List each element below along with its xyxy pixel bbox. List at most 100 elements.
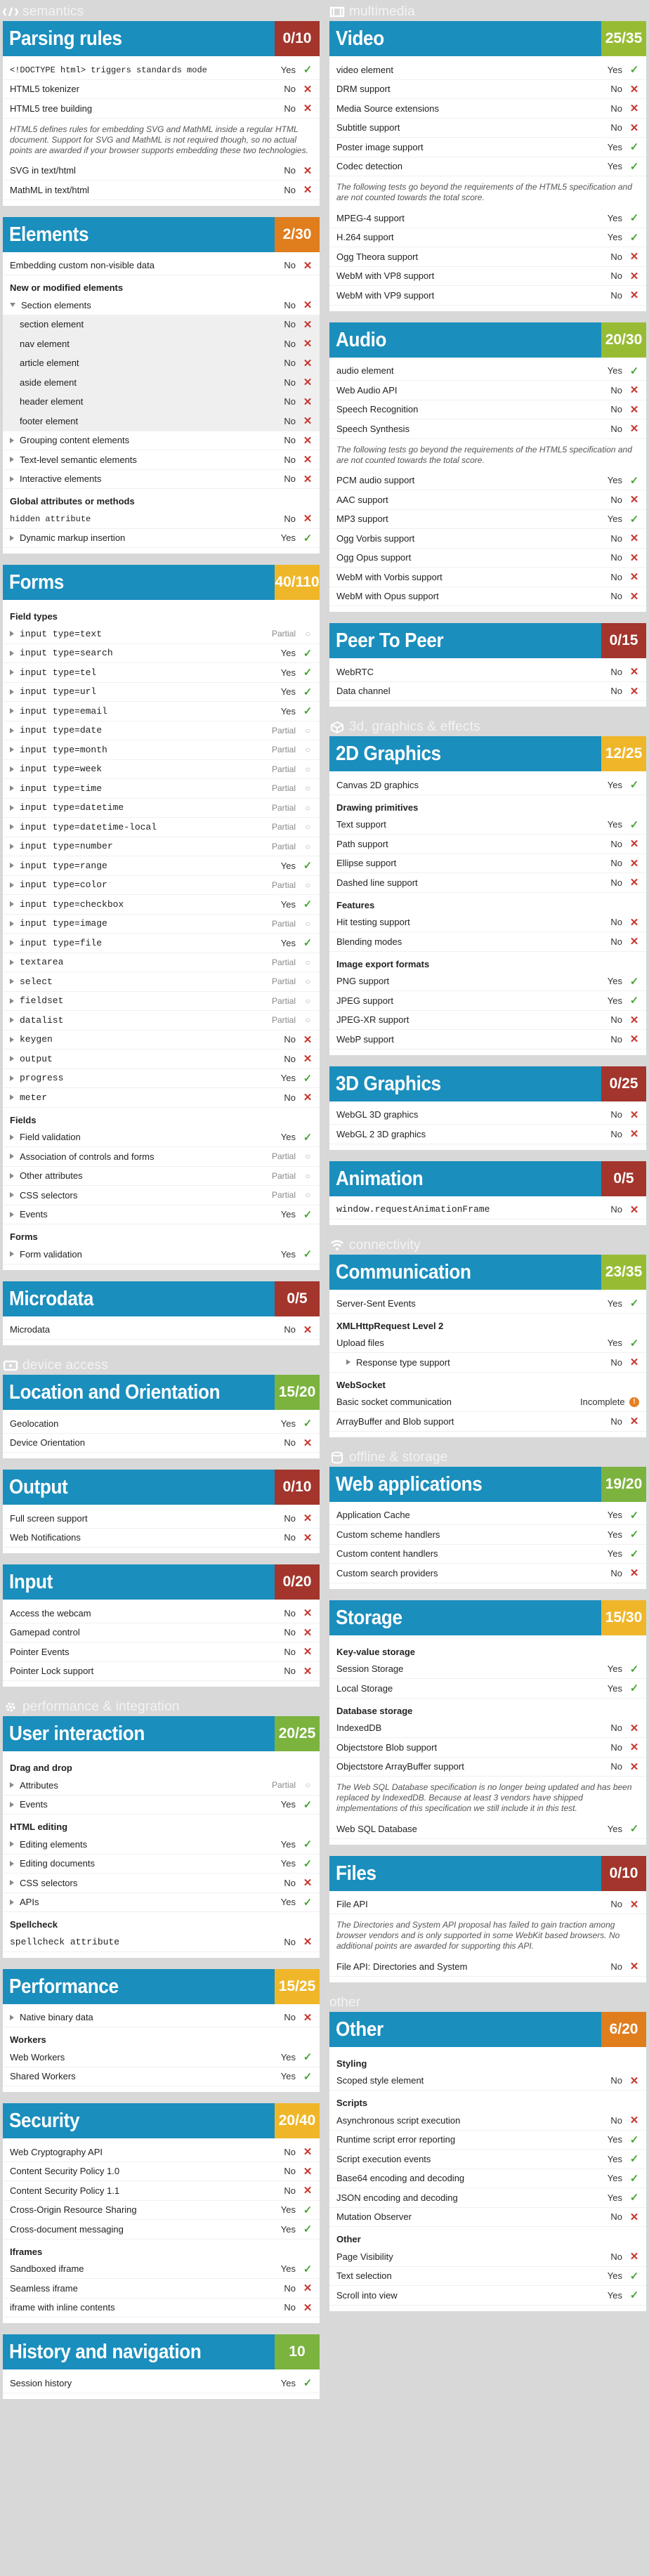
result-row[interactable]: AAC support No ✕ (329, 490, 646, 510)
result-row[interactable]: Ellipse support No ✕ (329, 854, 646, 873)
result-row[interactable]: Server-Sent Events Yes ✓ (329, 1294, 646, 1314)
result-row[interactable]: Media Source extensions No ✕ (329, 99, 646, 119)
expand-icon[interactable] (10, 1134, 14, 1140)
result-row[interactable]: WebM with VP9 support No ✕ (329, 286, 646, 306)
result-row[interactable]: Native binary data No ✕ (3, 2008, 320, 2027)
expand-icon[interactable] (10, 843, 14, 849)
result-row[interactable]: keygen No ✕ (3, 1031, 320, 1050)
result-row[interactable]: header element No ✕ (3, 392, 320, 412)
result-row[interactable]: Shared Workers Yes ✓ (3, 2067, 320, 2086)
card-header[interactable]: Animation 0/5 (329, 1160, 646, 1196)
result-row[interactable]: textarea Partial ○ (3, 953, 320, 972)
result-row-expandable[interactable]: Grouping content elements No ✕ (3, 431, 320, 450)
result-row[interactable]: section element No ✕ (3, 315, 320, 334)
result-row[interactable]: Other attributes Partial ○ (3, 1167, 320, 1186)
result-row-expandable[interactable]: Section elements No ✕ (3, 296, 320, 315)
expand-icon[interactable] (10, 863, 14, 869)
result-row[interactable]: Speech Synthesis No ✕ (329, 419, 646, 439)
expand-icon[interactable] (10, 727, 14, 733)
result-row[interactable]: WebM with Opus support No ✕ (329, 587, 646, 606)
expand-icon[interactable] (10, 1782, 14, 1789)
expand-icon[interactable] (10, 631, 14, 637)
result-row[interactable]: Session history Yes ✓ (3, 2374, 320, 2393)
expand-icon[interactable] (10, 959, 14, 965)
result-row[interactable]: WebGL 3D graphics No ✕ (329, 1106, 646, 1125)
result-row[interactable]: input type=number Partial ○ (3, 837, 320, 856)
result-row[interactable]: Events Yes ✓ (3, 1796, 320, 1815)
expand-icon[interactable] (10, 998, 14, 1004)
result-row[interactable]: Events Yes ✓ (3, 1205, 320, 1224)
result-row[interactable]: Geolocation Yes ✓ (3, 1414, 320, 1434)
card-header[interactable]: Parsing rules 0/10 (3, 21, 320, 56)
result-row-expandable[interactable]: Dynamic markup insertion Yes ✓ (3, 529, 320, 548)
result-row[interactable]: Path support No ✕ (329, 835, 646, 854)
result-row[interactable]: Scoped style element No ✕ (329, 2072, 646, 2091)
result-row[interactable]: H.264 support Yes ✓ (329, 228, 646, 247)
result-row[interactable]: Device Orientation No ✕ (3, 1434, 320, 1453)
result-row[interactable]: Cross-Origin Resource Sharing Yes ✓ (3, 2201, 320, 2220)
result-row[interactable]: Text selection Yes ✓ (329, 2267, 646, 2286)
expand-icon[interactable] (10, 824, 14, 830)
result-row[interactable]: Editing elements Yes ✓ (3, 1835, 320, 1855)
card-header[interactable]: Storage 15/30 (329, 1600, 646, 1635)
result-row[interactable]: Form validation Yes ✓ (3, 1245, 320, 1264)
result-row[interactable]: input type=search Yes ✓ (3, 644, 320, 663)
result-row[interactable]: PCM audio support Yes ✓ (329, 471, 646, 490)
result-row[interactable]: Objectstore Blob support No ✕ (329, 1738, 646, 1758)
expand-icon[interactable] (10, 979, 14, 985)
result-row[interactable]: Scroll into view Yes ✓ (329, 2286, 646, 2306)
expand-icon[interactable] (10, 766, 14, 772)
result-row[interactable]: hidden attribute No ✕ (3, 509, 320, 529)
result-row[interactable]: Custom scheme handlers Yes ✓ (329, 1525, 646, 1545)
expand-icon[interactable] (10, 1036, 14, 1042)
result-row[interactable]: input type=time Partial ○ (3, 779, 320, 799)
result-row[interactable]: Full screen support No ✕ (3, 1509, 320, 1529)
result-row[interactable]: input type=image Partial ○ (3, 915, 320, 934)
result-row[interactable]: Blending modes No ✕ (329, 932, 646, 952)
result-row[interactable]: input type=date Partial ○ (3, 721, 320, 740)
result-row-expandable[interactable]: Interactive elements No ✕ (3, 470, 320, 489)
card-header[interactable]: Communication 23/35 (329, 1255, 646, 1290)
result-row[interactable]: Response type support No ✕ (329, 1353, 646, 1373)
result-row[interactable]: window.requestAnimationFrame No ✕ (329, 1201, 646, 1220)
card-header[interactable]: Security 20/40 (3, 2103, 320, 2138)
result-row[interactable]: Script execution events Yes ✓ (329, 2150, 646, 2169)
expand-icon[interactable] (10, 1899, 14, 1905)
result-row-expandable[interactable]: Text-level semantic elements No ✕ (3, 450, 320, 470)
result-row[interactable]: input type=datetime Partial ○ (3, 799, 320, 818)
expand-icon[interactable] (10, 457, 14, 463)
expand-icon[interactable] (10, 920, 14, 927)
expand-icon[interactable] (10, 1153, 14, 1160)
result-row[interactable]: Ogg Theora support No ✕ (329, 247, 646, 267)
expand-icon[interactable] (346, 1359, 350, 1366)
expand-icon[interactable] (10, 650, 14, 656)
result-row[interactable]: PNG support Yes ✓ (329, 972, 646, 991)
card-header[interactable]: Location and Orientation 15/20 (3, 1375, 320, 1410)
expand-icon[interactable] (10, 1860, 14, 1866)
expand-icon[interactable] (10, 1801, 14, 1807)
expand-icon[interactable] (10, 303, 15, 308)
result-row[interactable]: select Partial ○ (3, 972, 320, 992)
result-row[interactable]: input type=week Partial ○ (3, 760, 320, 779)
expand-icon[interactable] (10, 688, 14, 695)
result-row[interactable]: Embedding custom non-visible data No ✕ (3, 256, 320, 275)
result-row[interactable]: Web Audio API No ✕ (329, 381, 646, 400)
result-row[interactable]: input type=datetime-local Partial ○ (3, 818, 320, 837)
result-row[interactable]: Subtitle support No ✕ (329, 119, 646, 138)
expand-icon[interactable] (10, 1251, 14, 1257)
result-row[interactable]: input type=email Yes ✓ (3, 702, 320, 721)
result-row[interactable]: Hit testing support No ✕ (329, 913, 646, 932)
card-header[interactable]: Audio 20/30 (329, 322, 646, 358)
result-row[interactable]: Runtime script error reporting Yes ✓ (329, 2131, 646, 2150)
card-header[interactable]: Files 0/10 (329, 1855, 646, 1891)
expand-icon[interactable] (10, 437, 14, 443)
result-row[interactable]: input type=color Partial ○ (3, 876, 320, 895)
result-row[interactable]: footer element No ✕ (3, 412, 320, 431)
expand-icon[interactable] (10, 1075, 14, 1081)
result-row[interactable]: input type=range Yes ✓ (3, 856, 320, 876)
result-row[interactable]: datalist Partial ○ (3, 1011, 320, 1031)
result-row[interactable]: HTML5 tree building No ✕ (3, 99, 320, 119)
result-row[interactable]: ArrayBuffer and Blob support No ✕ (329, 1412, 646, 1432)
expand-icon[interactable] (10, 882, 14, 888)
result-row[interactable]: JPEG-XR support No ✕ (329, 1011, 646, 1030)
